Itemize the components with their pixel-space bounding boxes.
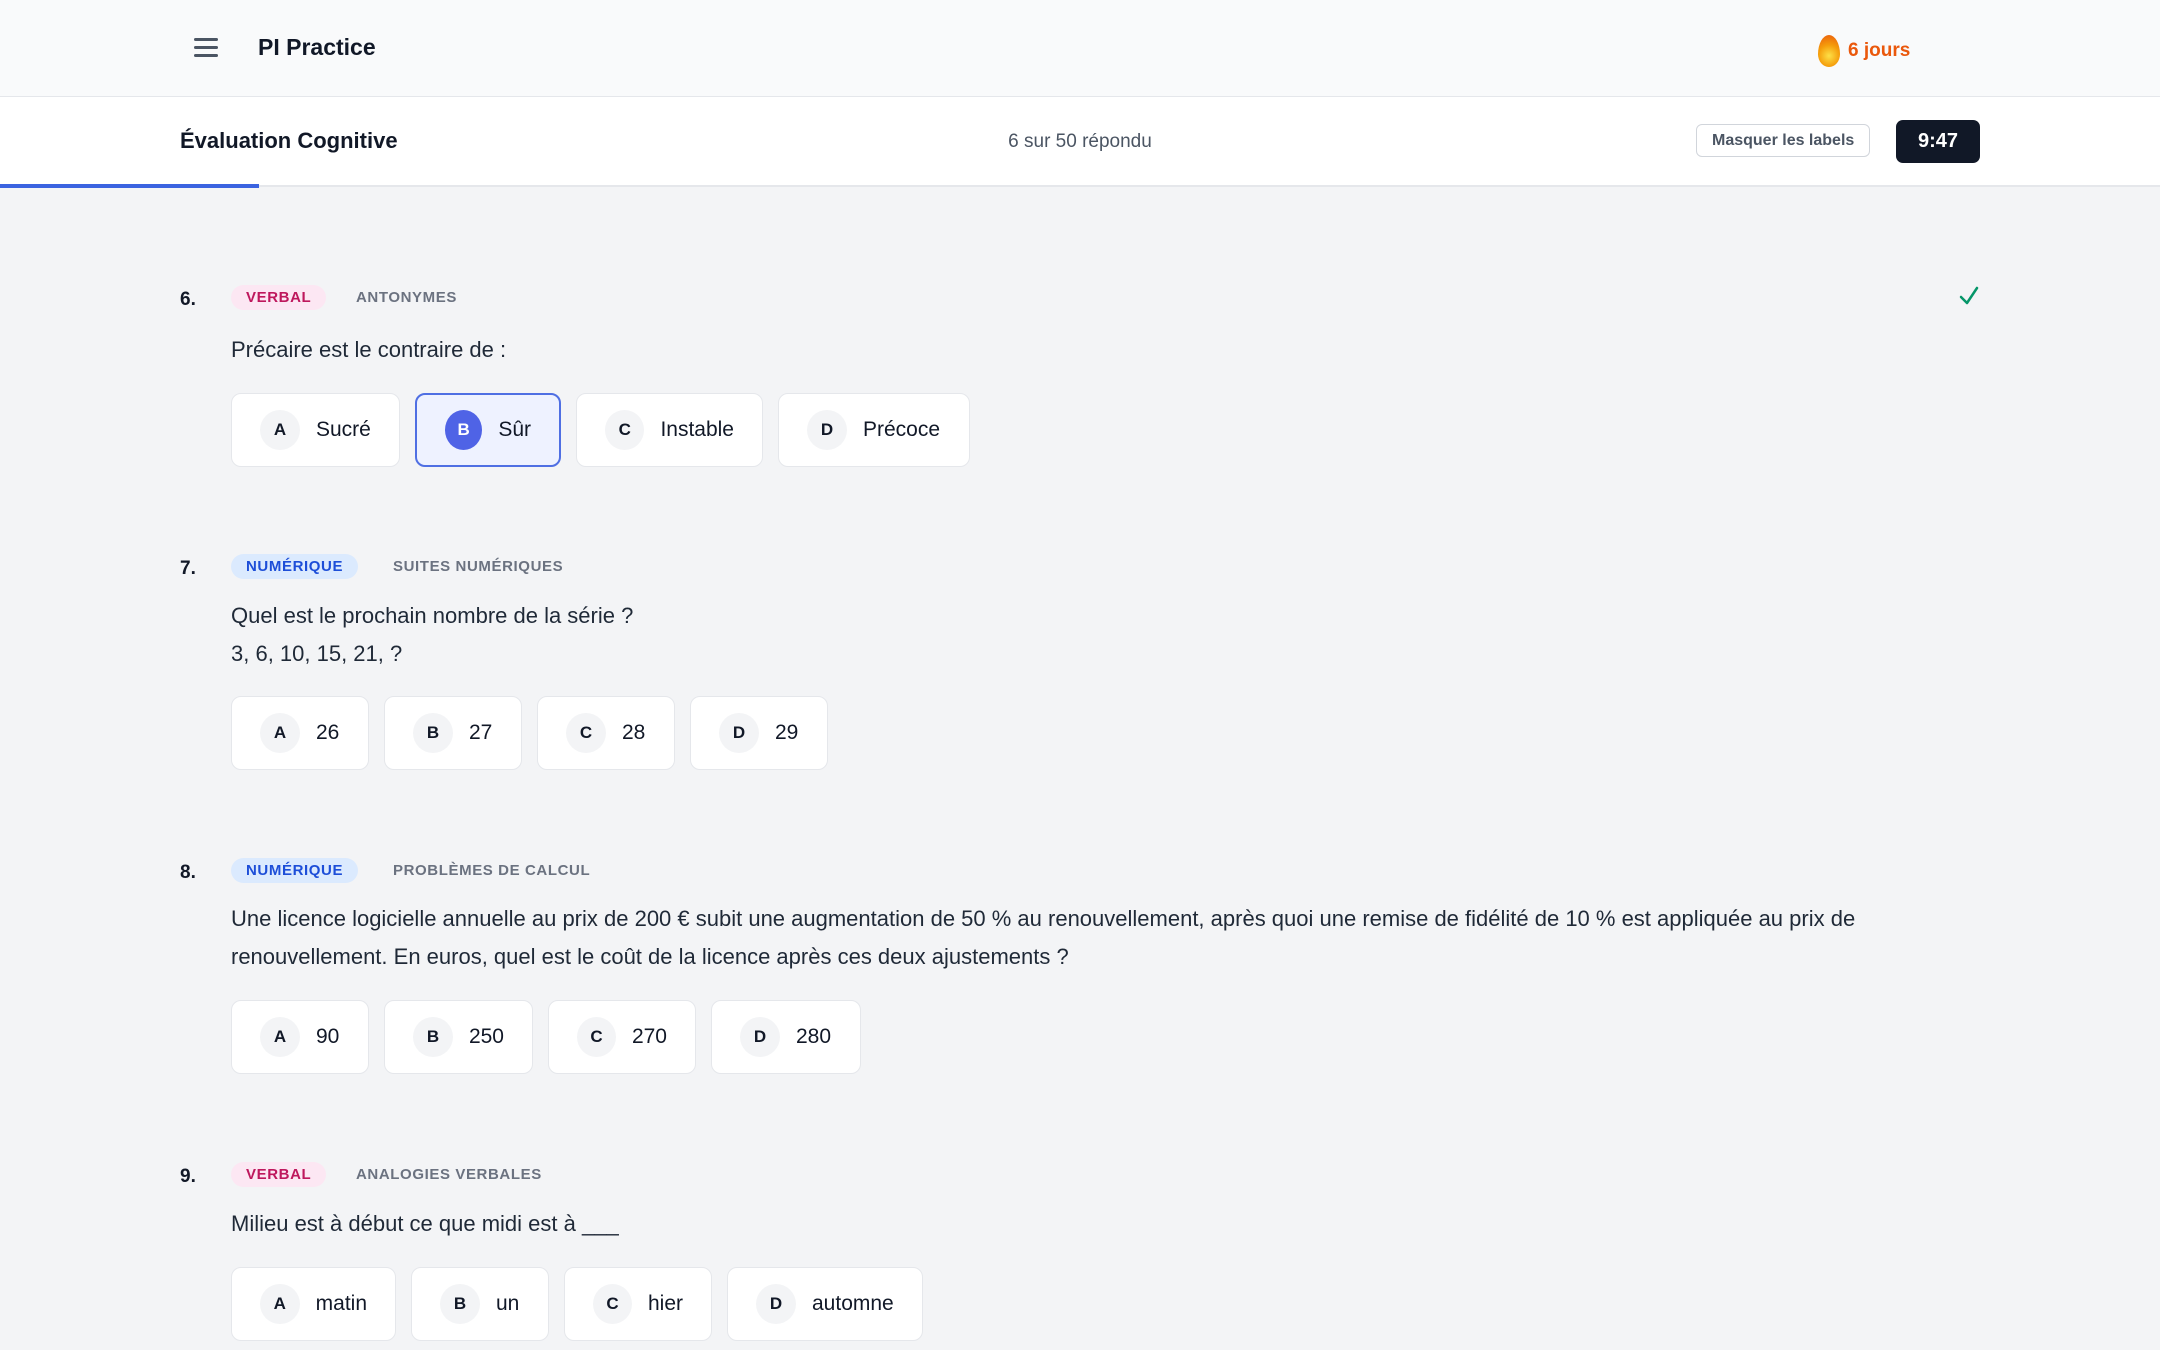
question-number: 9. xyxy=(180,1166,196,1187)
options: A 26 B 27 C 28 D 29 xyxy=(231,696,828,770)
menu-icon[interactable] xyxy=(190,34,224,62)
subcategory-label: SUITES NUMÉRIQUES xyxy=(393,558,564,575)
question-9: 9. VERBAL ANALOGIES VERBALES Milieu est … xyxy=(180,1162,1980,1341)
option-a[interactable]: A Sucré xyxy=(231,393,400,467)
option-b[interactable]: B un xyxy=(411,1267,549,1341)
option-d[interactable]: D 280 xyxy=(711,1000,861,1074)
option-c[interactable]: C 28 xyxy=(537,696,675,770)
option-b[interactable]: B 27 xyxy=(384,696,522,770)
progress-bar xyxy=(0,184,260,188)
option-a[interactable]: A matin xyxy=(231,1267,396,1341)
option-text: 27 xyxy=(469,721,493,744)
option-letter: B xyxy=(413,1017,453,1057)
subcategory-label: PROBLÈMES DE CALCUL xyxy=(393,862,591,879)
subcategory-label: ANALOGIES VERBALES xyxy=(356,1166,542,1183)
option-letter: C xyxy=(577,1017,616,1057)
question-sequence: 3, 6, 10, 15, 21, ? xyxy=(231,641,403,666)
streak-indicator: 6 jours xyxy=(1818,34,1910,68)
category-badge: VERBAL xyxy=(231,285,327,310)
option-text: Instable xyxy=(660,418,734,441)
timer: 9:47 xyxy=(1896,120,1980,163)
option-a[interactable]: A 26 xyxy=(231,696,369,770)
category-badge: VERBAL xyxy=(231,1162,327,1187)
option-text: automne xyxy=(812,1292,894,1315)
option-letter: C xyxy=(605,410,645,450)
option-text: matin xyxy=(315,1292,367,1315)
category-badge: NUMÉRIQUE xyxy=(231,554,359,579)
question-8: 8. NUMÉRIQUE PROBLÈMES DE CALCUL Une lic… xyxy=(180,858,1980,1074)
option-letter: D xyxy=(740,1017,780,1057)
option-letter: A xyxy=(260,1017,300,1057)
option-text: 29 xyxy=(775,721,799,744)
flame-icon xyxy=(1818,35,1840,67)
option-b-selected[interactable]: B Sûr xyxy=(415,393,561,467)
option-letter: A xyxy=(260,410,300,450)
subcategory-label: ANTONYMES xyxy=(356,289,457,306)
option-text: 270 xyxy=(631,1025,667,1048)
app-title: PI Practice xyxy=(258,34,376,60)
question-text: Quel est le prochain nombre de la série … xyxy=(231,603,634,628)
option-letter: B xyxy=(413,713,453,753)
option-letter: A xyxy=(260,1284,300,1324)
question-text-cont: renouvellement. En euros, quel est le co… xyxy=(231,944,1069,969)
option-text: Sûr xyxy=(498,418,531,441)
option-letter: A xyxy=(260,713,300,753)
option-letter: D xyxy=(719,713,759,753)
option-letter: D xyxy=(807,410,847,450)
question-text: Précaire est le contraire de : xyxy=(231,337,507,362)
option-text: 26 xyxy=(316,721,340,744)
option-letter: B xyxy=(440,1284,480,1324)
options: A matin B un C hier D automne xyxy=(231,1267,923,1341)
option-b[interactable]: B 250 xyxy=(384,1000,533,1074)
question-text: Une licence logicielle annuelle au prix … xyxy=(231,906,1856,931)
hide-labels-button[interactable]: Masquer les labels xyxy=(1696,124,1871,157)
option-c[interactable]: C Instable xyxy=(576,393,763,467)
option-c[interactable]: C hier xyxy=(564,1267,712,1341)
option-text: 28 xyxy=(622,721,646,744)
question-number: 7. xyxy=(180,558,196,579)
option-text: 90 xyxy=(316,1025,340,1048)
option-letter: D xyxy=(756,1284,796,1324)
option-text: un xyxy=(496,1292,520,1315)
streak-label: 6 jours xyxy=(1848,40,1911,61)
option-text: hier xyxy=(647,1292,683,1315)
option-letter: C xyxy=(566,713,606,753)
options: A 90 B 250 C 270 D 280 xyxy=(231,1000,861,1074)
option-d[interactable]: D automne xyxy=(727,1267,923,1341)
question-number: 8. xyxy=(180,862,196,883)
option-d[interactable]: D 29 xyxy=(690,696,828,770)
question-number: 6. xyxy=(180,289,196,310)
option-text: Précoce xyxy=(863,418,941,441)
option-text: 250 xyxy=(468,1025,504,1048)
quiz-header: Évaluation Cognitive 6 sur 50 répondu Ma… xyxy=(0,97,2160,188)
option-letter: C xyxy=(593,1284,632,1324)
check-icon xyxy=(1959,286,1979,305)
option-c[interactable]: C 270 xyxy=(548,1000,696,1074)
question-7: 7. NUMÉRIQUE SUITES NUMÉRIQUES Quel est … xyxy=(180,554,1980,770)
option-text: 280 xyxy=(796,1025,832,1048)
options: A Sucré B Sûr C Instable D Précoce xyxy=(231,393,970,467)
app-bar: PI Practice 6 jours xyxy=(0,0,2160,97)
option-d[interactable]: D Précoce xyxy=(778,393,970,467)
question-text: Milieu est à début ce que midi est à ___ xyxy=(231,1211,619,1236)
category-badge: NUMÉRIQUE xyxy=(231,858,359,883)
option-text: Sucré xyxy=(316,418,371,441)
question-6: 6. VERBAL ANTONYMES Précaire est le cont… xyxy=(180,285,1980,467)
option-letter: B xyxy=(445,410,483,450)
option-a[interactable]: A 90 xyxy=(231,1000,369,1074)
